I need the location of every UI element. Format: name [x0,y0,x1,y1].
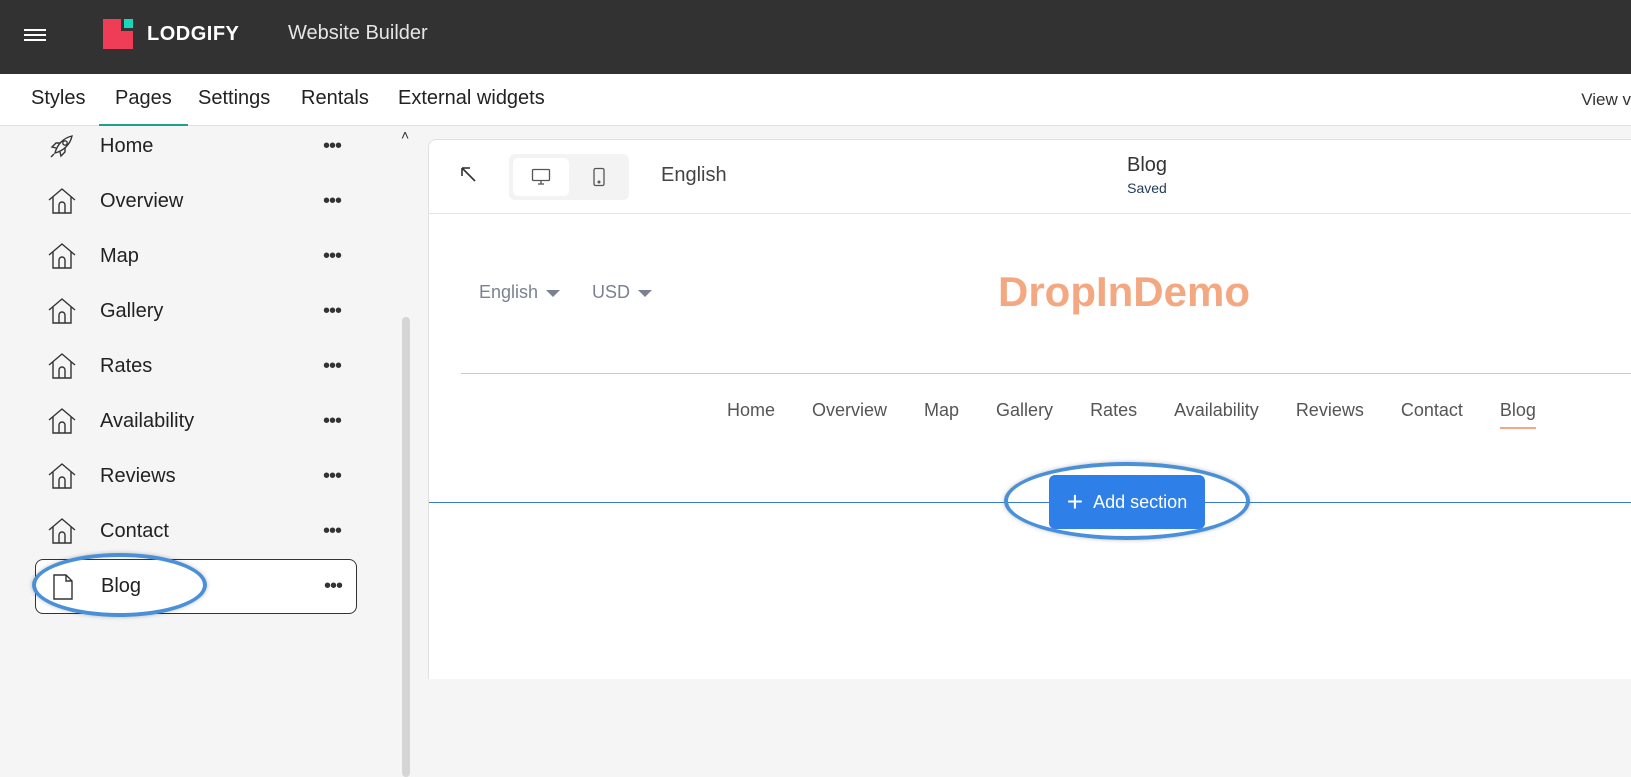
house-icon [48,463,76,489]
section-insert-line [429,502,1631,503]
more-options-icon[interactable]: ••• [323,190,342,213]
hamburger-menu-icon[interactable] [24,26,46,44]
more-options-icon[interactable]: ••• [323,245,342,268]
page-item-label: Map [100,245,139,267]
add-section-button[interactable]: + Add section [1049,475,1205,529]
scroll-up-icon[interactable]: ˄ [401,127,409,143]
language-selector[interactable]: English [661,164,727,187]
site-nav-availability[interactable]: Availability [1174,400,1259,429]
site-nav-map[interactable]: Map [924,400,959,429]
more-options-icon[interactable]: ••• [323,465,342,488]
sidebar-scrollbar[interactable] [402,317,410,777]
house-icon [48,408,76,434]
house-icon [48,298,76,324]
save-status: Saved [1127,180,1167,196]
page-list: Home ••• Overview ••• Map ••• Gallery ••… [35,127,357,614]
site-currency-label: USD [592,282,631,302]
site-nav-gallery[interactable]: Gallery [996,400,1053,429]
desktop-view-button[interactable] [513,158,569,196]
page-item-label: Rates [100,355,153,377]
page-item-label: Contact [100,520,169,542]
site-language-dropdown[interactable]: English [479,282,561,303]
logo-text: LODGIFY [147,22,240,45]
more-options-icon[interactable]: ••• [324,575,343,598]
page-item-reviews[interactable]: Reviews ••• [35,449,357,504]
page-item-overview[interactable]: Overview ••• [35,174,357,229]
page-title: Blog [1126,154,1168,176]
pages-sidebar: Home ••• Overview ••• Map ••• Gallery ••… [0,127,420,777]
site-nav-overview[interactable]: Overview [812,400,887,429]
plus-icon: + [1066,486,1084,517]
house-icon [48,188,76,214]
more-options-icon[interactable]: ••• [323,135,342,158]
more-options-icon[interactable]: ••• [323,410,342,433]
site-nav: Home Overview Map Gallery Rates Availabi… [727,400,1573,429]
page-preview: English Blog Saved English USD DropInDem… [428,139,1631,679]
more-options-icon[interactable]: ••• [323,520,342,543]
app-title: Website Builder [288,22,428,44]
caret-down-icon [638,289,653,297]
page-item-availability[interactable]: Availability ••• [35,394,357,449]
site-nav-contact[interactable]: Contact [1401,400,1463,429]
page-item-label: Gallery [100,300,164,322]
device-toggle [509,154,629,200]
page-item-contact[interactable]: Contact ••• [35,504,357,559]
tab-external-widgets[interactable]: External widgets [382,74,561,126]
rocket-icon [50,135,73,158]
document-icon [53,574,73,600]
page-item-blog[interactable]: Blog ••• [35,559,357,614]
logo-mark-icon [103,19,133,49]
header-divider [461,373,1631,374]
site-brand[interactable]: DropInDemo [998,268,1250,316]
add-section-label: Add section [1093,491,1188,512]
page-item-rates[interactable]: Rates ••• [35,339,357,394]
page-item-label: Home [100,135,154,157]
site-language-label: English [479,282,539,302]
site-nav-blog[interactable]: Blog [1499,400,1536,429]
mobile-view-button[interactable] [571,158,627,196]
house-icon [48,518,76,544]
more-options-icon[interactable]: ••• [323,355,342,378]
site-currency-dropdown[interactable]: USD [592,282,653,303]
desktop-icon [531,168,551,185]
page-item-label: Reviews [100,465,176,487]
top-bar: LODGIFY Website Builder [0,0,1631,74]
page-item-label: Overview [100,190,184,212]
caret-down-icon [546,289,561,297]
site-nav-rates[interactable]: Rates [1090,400,1137,429]
house-icon [48,353,76,379]
lodgify-logo[interactable]: LODGIFY [103,19,239,49]
preview-toolbar: English Blog Saved [429,140,1631,214]
page-item-label: Blog [101,575,142,597]
mobile-icon [593,167,605,187]
collapse-arrow-icon[interactable] [459,165,479,185]
house-icon [48,243,76,269]
site-nav-reviews[interactable]: Reviews [1296,400,1364,429]
page-item-home[interactable]: Home ••• [35,119,357,174]
page-item-gallery[interactable]: Gallery ••• [35,284,357,339]
view-website-link[interactable]: View v [1581,90,1631,110]
page-item-label: Availability [100,410,195,432]
more-options-icon[interactable]: ••• [323,300,342,323]
page-item-map[interactable]: Map ••• [35,229,357,284]
site-nav-home[interactable]: Home [727,400,775,429]
